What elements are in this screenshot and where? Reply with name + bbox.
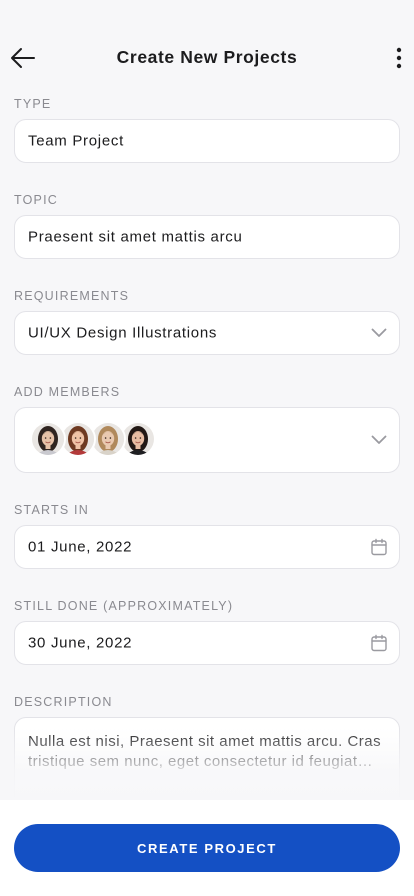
member-avatar [30,421,66,457]
chevron-down-icon [371,328,387,337]
still-done-field[interactable]: 30 June, 2022 [14,621,400,665]
members-label: ADD MEMBERS [14,385,121,399]
type-field[interactable]: Team Project [14,119,400,163]
calendar-icon [371,634,387,652]
chevron-down-icon [371,435,387,444]
starts-in-field[interactable]: 01 June, 2022 [14,525,400,569]
create-project-button[interactable]: CREATE PROJECT [14,824,400,872]
more-vertical-icon [396,47,402,69]
footer-bar: CREATE PROJECT [0,800,414,896]
still-done-label: STILL DONE (APPROXIMATELY) [14,599,234,613]
requirements-value: UI/UX Design Illustrations [28,324,218,342]
topic-field[interactable]: Praesent sit amet mattis arcu [14,215,400,259]
calendar-icon [371,538,387,556]
starts-in-value: 01 June, 2022 [28,538,133,556]
requirements-select[interactable]: UI/UX Design Illustrations [14,311,400,355]
page-title: Create New Projects [116,47,298,67]
type-value: Team Project [28,132,124,150]
members-select[interactable] [14,407,400,473]
requirements-label: REQUIREMENTS [14,289,130,303]
topic-label: TOPIC [14,193,58,207]
still-done-value: 30 June, 2022 [28,634,133,652]
header-bar: Create New Projects [0,0,414,90]
starts-in-label: STARTS IN [14,503,89,517]
description-value: Nulla est nisi, Praesent sit amet mattis… [28,733,382,770]
more-options-button[interactable] [394,46,404,70]
topic-value: Praesent sit amet mattis arcu [28,228,243,246]
description-label: DESCRIPTION [14,695,113,709]
type-label: TYPE [14,97,52,111]
member-avatars [30,421,156,459]
